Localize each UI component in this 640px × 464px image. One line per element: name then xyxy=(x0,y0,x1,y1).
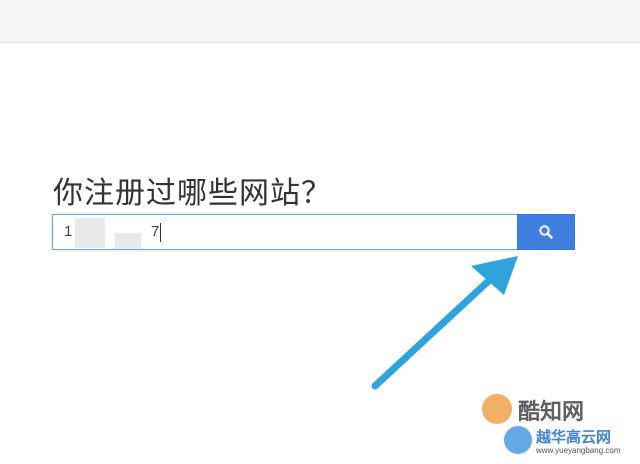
watermark: 酷知网 越华高云网 www.yueyangbang.com xyxy=(478,388,640,464)
watermark-brand-secondary: 越华高云网 xyxy=(536,428,612,446)
watermark-logo2-icon xyxy=(504,426,532,454)
watermark-logo-icon xyxy=(482,394,512,424)
watermark-url: www.yueyangbang.com xyxy=(536,446,621,455)
watermark-brand-primary: 酷知网 xyxy=(518,400,585,425)
